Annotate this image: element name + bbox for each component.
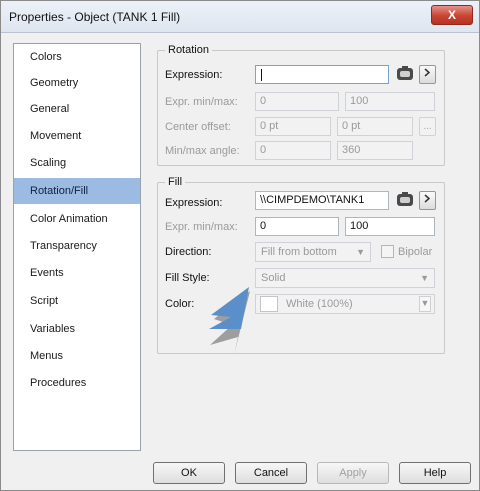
chevron-down-icon: ▼	[419, 296, 431, 312]
direction-select[interactable]: Fill from bottom ▼	[255, 242, 371, 262]
sidebar-item-procedures[interactable]: Procedures	[14, 370, 140, 396]
pointer-arrow-graphic	[209, 287, 250, 355]
tag-browser-icon[interactable]	[395, 191, 415, 210]
center-offset-x-input[interactable]: 0 pt	[255, 117, 331, 136]
sidebar-item-transparency[interactable]: Transparency	[14, 233, 140, 259]
center-offset-label: Center offset:	[165, 121, 231, 133]
goto-button[interactable]	[419, 65, 436, 84]
goto-button[interactable]	[419, 191, 436, 210]
minmax-angle-label: Min/max angle:	[165, 145, 240, 157]
center-offset-y-input[interactable]: 0 pt	[337, 117, 413, 136]
color-label: Color:	[165, 298, 195, 310]
sidebar-item-variables[interactable]: Variables	[14, 316, 140, 342]
chevron-right-icon	[424, 194, 431, 203]
rotation-expression-input[interactable]	[255, 65, 389, 84]
help-button[interactable]: Help	[399, 462, 471, 484]
fill-expr-max-input[interactable]: 100	[345, 217, 435, 236]
sidebar-item-scaling[interactable]: Scaling	[14, 150, 140, 176]
sidebar-item-geometry[interactable]: Geometry	[14, 70, 140, 96]
rotation-expr-min-input[interactable]: 0	[255, 92, 339, 111]
bipolar-label: Bipolar	[398, 246, 433, 258]
chevron-right-icon	[424, 68, 431, 77]
sidebar-item-script[interactable]: Script	[14, 288, 140, 314]
sidebar-item-rotation-fill[interactable]: Rotation/Fill	[14, 178, 140, 204]
category-list: Colors Geometry General Movement Scaling…	[13, 43, 141, 451]
chevron-down-icon: ▼	[420, 273, 429, 283]
tag-browser-icon[interactable]	[395, 65, 415, 84]
center-offset-more-button[interactable]: ...	[419, 117, 436, 136]
sidebar-item-color-animation[interactable]: Color Animation	[14, 206, 140, 232]
properties-dialog: Properties - Object (TANK 1 Fill) X Colo…	[0, 0, 480, 491]
sidebar-item-general[interactable]: General	[14, 96, 140, 122]
color-select[interactable]: White (100%) ▼	[255, 294, 435, 314]
text-cursor	[261, 69, 262, 81]
fill-expression-input[interactable]: \\CIMPDEMO\TANK1	[255, 191, 389, 210]
sidebar-item-colors[interactable]: Colors	[14, 44, 140, 70]
rotation-expr-minmax-label: Expr. min/max:	[165, 96, 238, 108]
close-button[interactable]: X	[431, 5, 473, 25]
fill-expression-label: Expression:	[165, 197, 223, 209]
rotation-group-title: Rotation	[165, 44, 212, 56]
cancel-button[interactable]: Cancel	[235, 462, 307, 484]
fill-style-label: Fill Style:	[165, 272, 210, 284]
angle-min-input[interactable]: 0	[255, 141, 331, 160]
direction-label: Direction:	[165, 246, 212, 258]
sidebar-item-movement[interactable]: Movement	[14, 123, 140, 149]
bipolar-checkbox[interactable]	[381, 245, 394, 258]
fill-expr-min-input[interactable]: 0	[255, 217, 339, 236]
sidebar-item-events[interactable]: Events	[14, 260, 140, 286]
rotation-expression-label: Expression:	[165, 69, 223, 81]
fill-expr-minmax-label: Expr. min/max:	[165, 221, 238, 233]
sidebar-item-menus[interactable]: Menus	[14, 343, 140, 369]
chevron-down-icon: ▼	[356, 247, 365, 257]
apply-button[interactable]: Apply	[317, 462, 389, 484]
angle-max-input[interactable]: 360	[337, 141, 413, 160]
fill-style-select[interactable]: Solid ▼	[255, 268, 435, 288]
fill-group-title: Fill	[165, 176, 186, 188]
rotation-expr-max-input[interactable]: 100	[345, 92, 435, 111]
window-title: Properties - Object (TANK 1 Fill)	[9, 10, 181, 24]
title-bar[interactable]: Properties - Object (TANK 1 Fill) X	[1, 1, 479, 33]
ok-button[interactable]: OK	[153, 462, 225, 484]
